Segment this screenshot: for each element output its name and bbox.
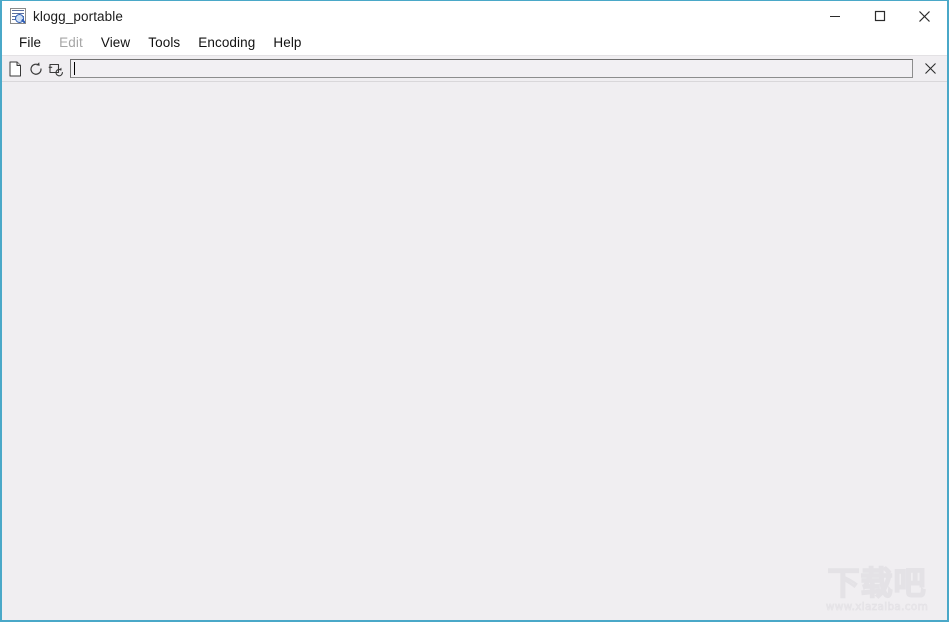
- reload-file-button[interactable]: [25, 57, 46, 80]
- close-icon: [924, 62, 937, 75]
- menu-item-tools[interactable]: Tools: [139, 33, 189, 53]
- maximize-icon: [874, 10, 886, 22]
- title-bar: klogg_portable: [2, 1, 947, 31]
- search-input[interactable]: [70, 59, 913, 78]
- text-caret: [74, 62, 75, 75]
- clear-search-button[interactable]: [915, 57, 945, 80]
- document-icon: [8, 61, 22, 77]
- window-title: klogg_portable: [33, 9, 123, 24]
- close-icon: [918, 10, 931, 23]
- toolbar: [2, 55, 947, 82]
- menu-bar: File Edit View Tools Encoding Help: [2, 31, 947, 55]
- maximize-button[interactable]: [857, 1, 902, 31]
- watermark-glyphs: 下载吧: [813, 566, 941, 600]
- menu-item-encoding[interactable]: Encoding: [189, 33, 264, 53]
- open-file-button[interactable]: [4, 57, 25, 80]
- title-bar-left: klogg_portable: [2, 8, 812, 24]
- menu-item-help[interactable]: Help: [264, 33, 310, 53]
- reload-icon: [28, 61, 44, 77]
- watermark-url: www.xiazaiba.com: [813, 601, 941, 613]
- app-log-viewer-icon: [10, 8, 26, 24]
- minimize-icon: [829, 10, 841, 22]
- site-watermark: 下载吧 www.xiazaiba.com: [813, 566, 941, 618]
- close-button[interactable]: [902, 1, 947, 31]
- window-controls: [812, 1, 947, 31]
- menu-item-file[interactable]: File: [10, 33, 50, 53]
- follow-file-icon: [48, 61, 65, 77]
- menu-item-view[interactable]: View: [92, 33, 139, 53]
- follow-file-button[interactable]: [46, 57, 67, 80]
- minimize-button[interactable]: [812, 1, 857, 31]
- application-window: klogg_portable File Edit: [0, 0, 949, 622]
- log-view-area[interactable]: 下载吧 www.xiazaiba.com: [2, 82, 947, 620]
- menu-item-edit: Edit: [50, 33, 92, 53]
